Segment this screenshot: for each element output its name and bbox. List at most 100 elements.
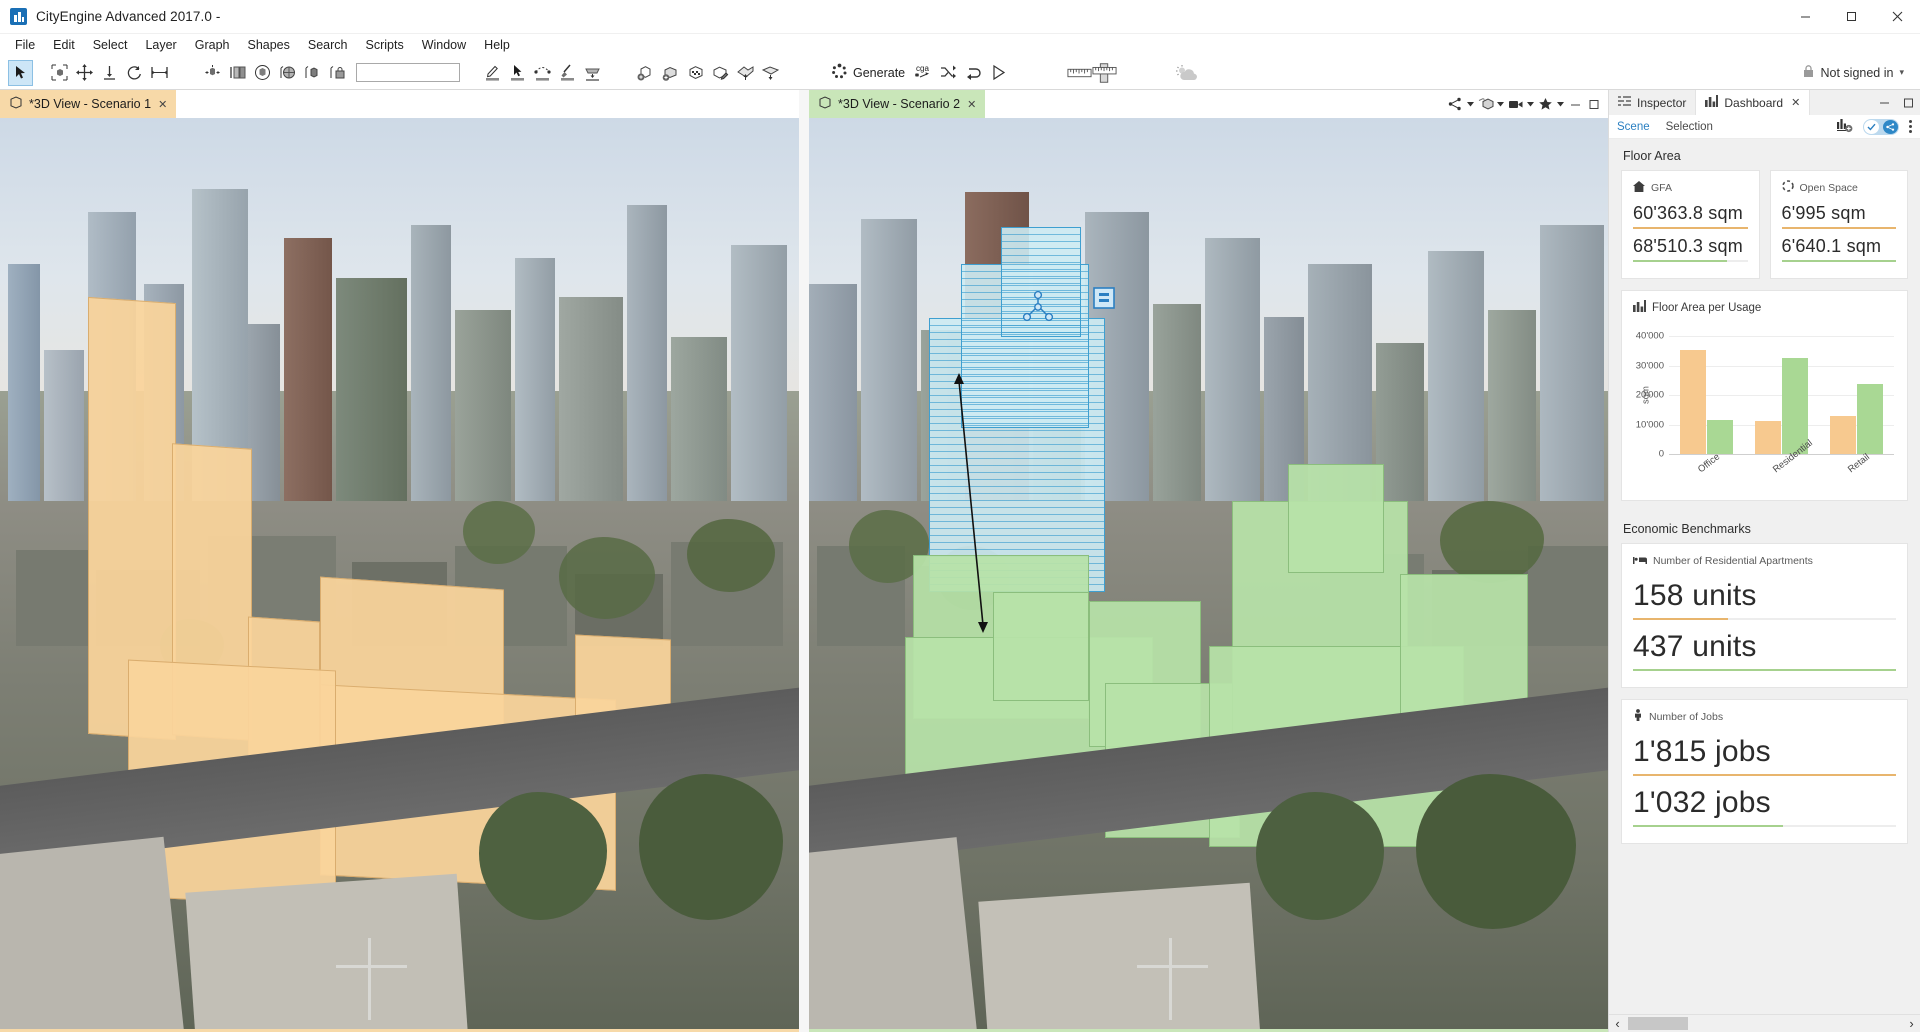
viewport-scenario-1[interactable]: *3D View - Scenario 1 ✕: [0, 90, 799, 1032]
card-gfa-label: GFA: [1651, 182, 1672, 194]
handle-gizmo[interactable]: [1093, 287, 1115, 312]
select-tool[interactable]: [8, 60, 33, 86]
box-pencil-icon[interactable]: [708, 60, 733, 86]
viewport-2-close-icon[interactable]: ✕: [967, 98, 976, 111]
card-apartments-head: Number of Residential Apartments: [1633, 553, 1896, 568]
minimize-icon[interactable]: [1566, 92, 1585, 116]
terrain-down-icon[interactable]: [758, 60, 783, 86]
menu-help[interactable]: Help: [475, 36, 519, 54]
tab-dashboard-close-icon[interactable]: ✕: [1791, 96, 1800, 109]
card-floor-area-per-usage[interactable]: Floor Area per Usage sqm 010'00020'00030…: [1621, 290, 1908, 501]
chevron-down-icon[interactable]: [1495, 92, 1506, 116]
viewport-1-canvas[interactable]: [0, 118, 799, 1029]
cube-icon: [10, 96, 22, 112]
chevron-down-icon[interactable]: [1465, 92, 1476, 116]
city-scene-scenario-1: [0, 118, 799, 1029]
menu-layer[interactable]: Layer: [136, 36, 185, 54]
curved-street-icon[interactable]: [530, 60, 555, 86]
window-close-button[interactable]: [1874, 0, 1920, 34]
maximize-icon[interactable]: [1585, 92, 1604, 116]
add-chart-icon[interactable]: [1836, 118, 1853, 136]
sun-cloud-icon[interactable]: [1173, 60, 1198, 86]
viewport-2-tab[interactable]: *3D View - Scenario 2 ✕: [809, 90, 985, 118]
rotate-icon[interactable]: [122, 60, 147, 86]
share-nodes-icon[interactable]: [1446, 92, 1465, 116]
panel-maximize-button[interactable]: [1896, 90, 1920, 115]
lock-icon[interactable]: [325, 60, 350, 86]
cube-shaded-icon[interactable]: [1476, 92, 1495, 116]
height-dimension-arrow[interactable]: [949, 373, 989, 636]
chevron-down-icon[interactable]: [1555, 92, 1566, 116]
pencil-street-icon[interactable]: [480, 60, 505, 86]
cube-icon: [819, 96, 831, 112]
viewport-1-tabrow: *3D View - Scenario 1 ✕: [0, 90, 799, 118]
scrollbar-thumb[interactable]: [1628, 1017, 1688, 1030]
video-camera-icon[interactable]: [1506, 92, 1525, 116]
cga-plus-icon[interactable]: cga: [911, 60, 936, 86]
viewport-scenario-2[interactable]: *3D View - Scenario 2 ✕: [809, 90, 1608, 1032]
sphere-object-icon[interactable]: [250, 60, 275, 86]
menu-search[interactable]: Search: [299, 36, 357, 54]
ruler-vertical-icon[interactable]: [1092, 60, 1117, 86]
chart-bar: [1857, 384, 1883, 454]
card-number-of-jobs[interactable]: Number of Jobs 1'815 jobs 1'032 jobs: [1621, 699, 1908, 844]
block-plus-icon[interactable]: [658, 60, 683, 86]
panel-minimize-button[interactable]: [1872, 90, 1896, 115]
align-down-icon[interactable]: [97, 60, 122, 86]
window-minimize-button[interactable]: [1782, 0, 1828, 34]
sync-toggle[interactable]: [1863, 119, 1899, 135]
ruler-icon[interactable]: [1067, 60, 1092, 86]
terrain-globe-icon[interactable]: [275, 60, 300, 86]
scroll-left-arrow-icon[interactable]: ‹: [1609, 1015, 1626, 1032]
window-maximize-button[interactable]: [1828, 0, 1874, 34]
scrollbar-track[interactable]: [1626, 1015, 1903, 1032]
arrow-street-icon[interactable]: [505, 60, 530, 86]
play-triangle-icon[interactable]: [986, 60, 1011, 86]
numeric-input[interactable]: [356, 63, 460, 82]
move-arrows-icon[interactable]: [72, 60, 97, 86]
account-status[interactable]: Not signed in ▾: [1802, 64, 1913, 81]
rotate-gizmo[interactable]: [1021, 291, 1055, 328]
generate-button[interactable]: Generate: [825, 60, 911, 86]
box-plus-icon[interactable]: [633, 60, 658, 86]
checker-box-icon[interactable]: [683, 60, 708, 86]
duplicate-stack-icon[interactable]: [225, 60, 250, 86]
card-residential-apartments[interactable]: Number of Residential Apartments 158 uni…: [1621, 543, 1908, 688]
shuffle-icon[interactable]: [936, 60, 961, 86]
viewport-2-canvas[interactable]: [809, 118, 1608, 1029]
menu-select[interactable]: Select: [84, 36, 137, 54]
viewport-1-tab[interactable]: *3D View - Scenario 1 ✕: [0, 90, 176, 118]
dashboard-content[interactable]: Floor Area GFA 60'363.8 sqm 68'510.3 sqm: [1609, 139, 1920, 1014]
chart-ytick-label: 20'000: [1636, 390, 1664, 401]
subtab-scene[interactable]: Scene: [1617, 121, 1650, 133]
star-icon[interactable]: [1536, 92, 1555, 116]
menu-graph[interactable]: Graph: [186, 36, 239, 54]
card-gfa[interactable]: GFA 60'363.8 sqm 68'510.3 sqm: [1621, 170, 1760, 279]
terrain-up-icon[interactable]: [733, 60, 758, 86]
undo-arrow-icon[interactable]: [961, 60, 986, 86]
grid-street-icon[interactable]: [580, 60, 605, 86]
card-jobs-label: Number of Jobs: [1649, 711, 1723, 723]
menu-shapes[interactable]: Shapes: [238, 36, 298, 54]
menu-window[interactable]: Window: [413, 36, 475, 54]
broom-street-icon[interactable]: [555, 60, 580, 86]
tab-dashboard[interactable]: Dashboard ✕: [1696, 90, 1810, 115]
snap-object-icon[interactable]: [200, 60, 225, 86]
account-label: Not signed in: [1821, 66, 1894, 80]
align-object-icon[interactable]: [300, 60, 325, 86]
card-open-space[interactable]: Open Space 6'995 sqm 6'640.1 sqm: [1770, 170, 1909, 279]
menu-edit[interactable]: Edit: [44, 36, 84, 54]
chart-bar: [1755, 421, 1781, 454]
stretch-icon[interactable]: [147, 60, 172, 86]
chart-ytick-label: 10'000: [1636, 419, 1664, 430]
menu-file[interactable]: File: [6, 36, 44, 54]
tab-inspector[interactable]: Inspector: [1609, 90, 1696, 115]
scale-box-icon[interactable]: [47, 60, 72, 86]
kebab-menu-icon[interactable]: [1909, 120, 1912, 133]
dashboard-horizontal-scrollbar[interactable]: ‹ ›: [1609, 1014, 1920, 1032]
menu-scripts[interactable]: Scripts: [357, 36, 413, 54]
viewport-1-close-icon[interactable]: ✕: [158, 98, 167, 111]
scroll-right-arrow-icon[interactable]: ›: [1903, 1015, 1920, 1032]
chevron-down-icon[interactable]: [1525, 92, 1536, 116]
subtab-selection[interactable]: Selection: [1666, 121, 1713, 133]
